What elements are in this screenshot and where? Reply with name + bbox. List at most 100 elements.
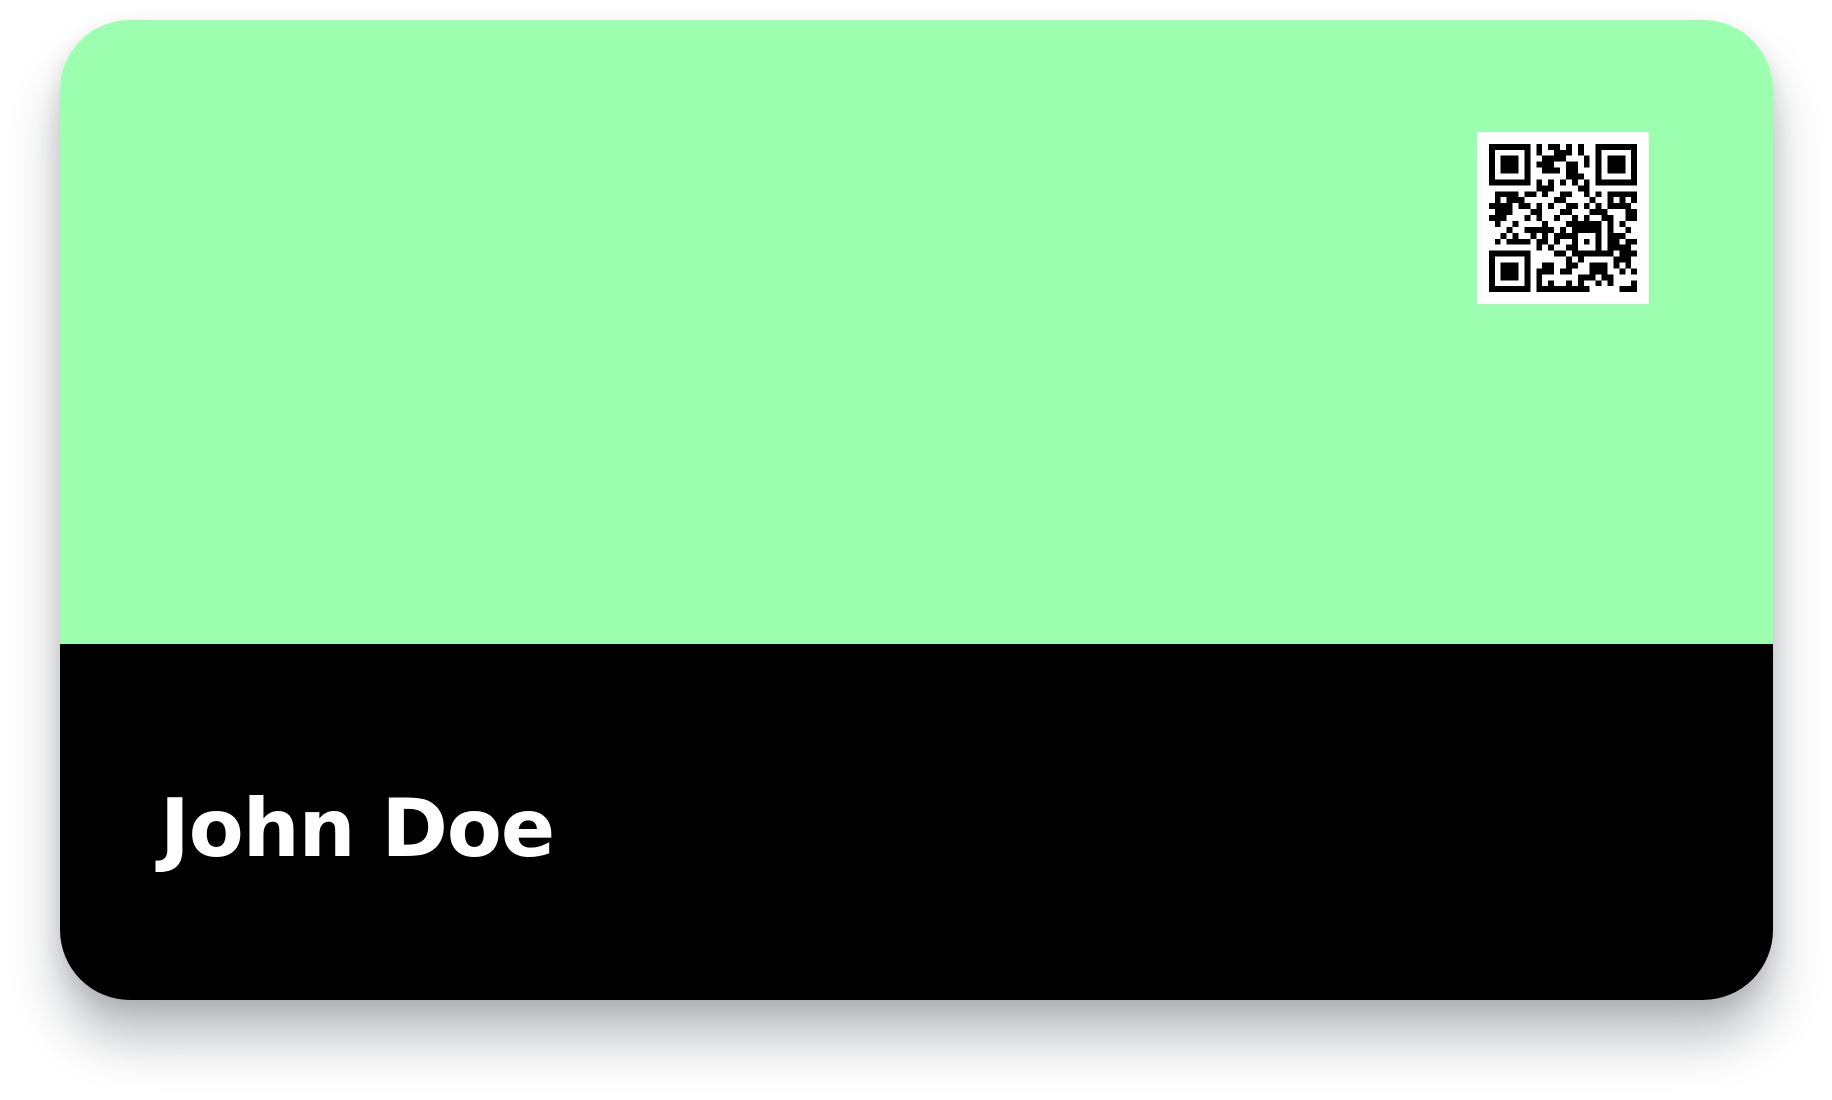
qr-module bbox=[1601, 274, 1608, 281]
qr-module bbox=[1613, 191, 1620, 198]
qr-module bbox=[1542, 268, 1549, 275]
qr-module bbox=[1512, 167, 1519, 174]
qr-module bbox=[1560, 268, 1566, 275]
qr-module bbox=[1577, 286, 1584, 293]
qr-module bbox=[1583, 220, 1590, 227]
qr-module bbox=[1625, 238, 1632, 245]
qr-module bbox=[1524, 143, 1531, 150]
qr-module bbox=[1512, 232, 1519, 239]
qr-module bbox=[1565, 167, 1572, 174]
qr-module bbox=[1548, 268, 1555, 275]
qr-module bbox=[1542, 232, 1549, 239]
qr-module bbox=[1595, 226, 1602, 233]
qr-module bbox=[1607, 220, 1614, 227]
qr-module bbox=[1577, 256, 1584, 263]
qr-module bbox=[1613, 155, 1620, 162]
qr-module bbox=[1571, 238, 1578, 245]
qr-module bbox=[1530, 191, 1537, 198]
qr-module bbox=[1631, 268, 1638, 275]
qr-module bbox=[1560, 250, 1566, 257]
qr-module bbox=[1607, 238, 1614, 245]
qr-module bbox=[1631, 191, 1638, 198]
qr-module bbox=[1506, 268, 1513, 275]
qr-module bbox=[1494, 191, 1501, 198]
qr-code-graphic bbox=[1488, 143, 1638, 293]
qr-module bbox=[1506, 203, 1513, 210]
qr-module bbox=[1524, 268, 1531, 275]
qr-module bbox=[1488, 274, 1495, 281]
qr-module bbox=[1554, 238, 1561, 245]
qr-module bbox=[1500, 232, 1507, 239]
qr-module bbox=[1488, 179, 1495, 186]
qr-module bbox=[1583, 155, 1590, 162]
qr-module bbox=[1565, 256, 1572, 263]
qr-module bbox=[1548, 155, 1555, 162]
qr-module bbox=[1548, 161, 1555, 168]
qr-module bbox=[1542, 286, 1549, 293]
qr-module bbox=[1518, 250, 1525, 257]
qr-module bbox=[1548, 185, 1555, 192]
qr-module bbox=[1619, 256, 1626, 263]
qr-module bbox=[1488, 161, 1495, 168]
qr-module bbox=[1554, 286, 1561, 293]
qr-module bbox=[1500, 286, 1507, 293]
qr-module bbox=[1595, 262, 1602, 269]
qr-module bbox=[1500, 268, 1507, 275]
qr-module bbox=[1595, 167, 1602, 174]
qr-module bbox=[1536, 203, 1543, 210]
qr-module bbox=[1494, 197, 1501, 204]
qr-module bbox=[1536, 209, 1543, 216]
qr-module bbox=[1512, 155, 1519, 162]
qr-module bbox=[1494, 209, 1501, 216]
qr-module bbox=[1625, 179, 1632, 186]
qr-module bbox=[1536, 226, 1543, 233]
qr-module bbox=[1565, 149, 1572, 156]
qr-module bbox=[1571, 286, 1578, 293]
qr-module bbox=[1613, 167, 1620, 174]
qr-module bbox=[1524, 161, 1531, 168]
qr-module bbox=[1518, 197, 1525, 204]
qr-module bbox=[1595, 173, 1602, 180]
qr-module bbox=[1625, 256, 1632, 263]
qr-module bbox=[1536, 274, 1543, 281]
qr-module bbox=[1631, 155, 1638, 162]
qr-module bbox=[1619, 286, 1626, 293]
qr-module bbox=[1560, 191, 1566, 198]
qr-module bbox=[1613, 232, 1620, 239]
qr-module bbox=[1488, 268, 1495, 275]
qr-module bbox=[1613, 238, 1620, 245]
qr-module bbox=[1565, 143, 1572, 150]
qr-module bbox=[1595, 161, 1602, 168]
qr-module bbox=[1595, 220, 1602, 227]
qr-module bbox=[1595, 244, 1602, 251]
qr-module bbox=[1589, 250, 1596, 257]
qr-module bbox=[1506, 161, 1513, 168]
qr-module bbox=[1613, 256, 1620, 263]
qr-module bbox=[1565, 244, 1572, 251]
qr-module bbox=[1571, 250, 1578, 257]
qr-module bbox=[1565, 286, 1572, 293]
qr-module bbox=[1542, 185, 1549, 192]
qr-module bbox=[1488, 280, 1495, 287]
qr-module bbox=[1589, 209, 1596, 216]
qr-module bbox=[1631, 238, 1638, 245]
qr-module bbox=[1589, 226, 1596, 233]
qr-module bbox=[1542, 155, 1549, 162]
qr-module bbox=[1542, 161, 1549, 168]
qr-module bbox=[1524, 203, 1531, 210]
qr-module bbox=[1494, 250, 1501, 257]
qr-module bbox=[1548, 179, 1555, 186]
qr-module bbox=[1488, 262, 1495, 269]
qr-module bbox=[1500, 167, 1507, 174]
qr-module bbox=[1613, 244, 1620, 251]
qr-module bbox=[1554, 167, 1561, 174]
qr-module bbox=[1565, 161, 1572, 168]
qr-module bbox=[1571, 161, 1578, 168]
qr-module bbox=[1613, 143, 1620, 150]
qr-module bbox=[1607, 232, 1614, 239]
qr-module bbox=[1625, 203, 1632, 210]
qr-module bbox=[1631, 149, 1638, 156]
qr-module bbox=[1500, 250, 1507, 257]
qr-module bbox=[1518, 238, 1525, 245]
qr-module bbox=[1512, 179, 1519, 186]
